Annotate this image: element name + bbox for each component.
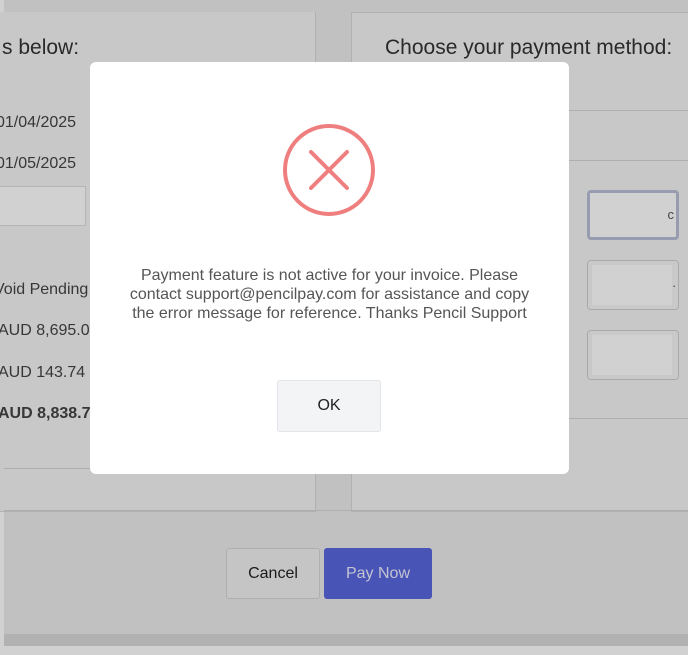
ok-button[interactable]: OK xyxy=(277,380,381,432)
error-x-circle-icon xyxy=(283,124,375,216)
error-message: Payment feature is not active for your i… xyxy=(129,267,530,322)
error-dialog: Payment feature is not active for your i… xyxy=(90,62,569,474)
